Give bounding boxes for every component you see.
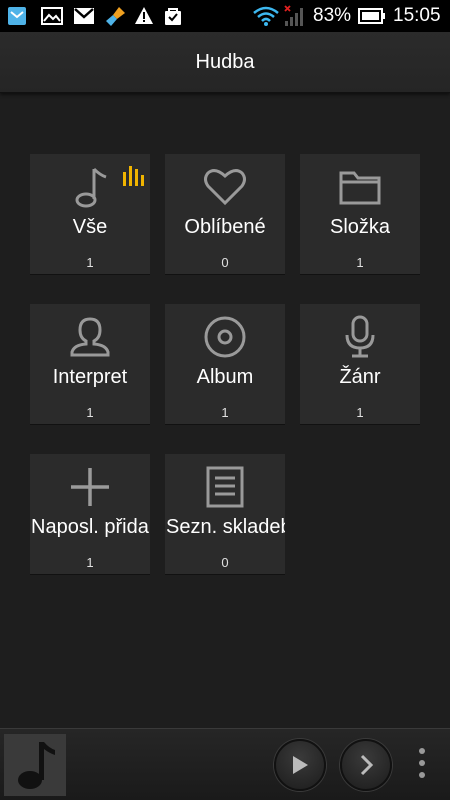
tile-count: 0 — [221, 255, 229, 270]
overflow-menu-icon — [419, 748, 425, 778]
mail-box-icon — [6, 5, 28, 27]
tile-label: Interpret — [52, 366, 128, 388]
now-playing-equalizer-icon — [122, 164, 144, 190]
tile-playlists[interactable]: Sezn. skladeb 0 — [165, 454, 285, 574]
tile-folder[interactable]: Složka 1 — [300, 154, 420, 274]
next-icon — [360, 754, 374, 776]
tile-genre[interactable]: Žánr 1 — [300, 304, 420, 424]
music-app-screen: 83% 15:05 Hudba Vše 1 Oblíbené 0 Složka … — [0, 0, 450, 800]
tile-label: Oblíbené — [184, 216, 266, 238]
tile-count: 1 — [86, 555, 94, 570]
cleaner-brush-icon — [104, 5, 128, 27]
music-note-icon — [18, 742, 55, 789]
folder-icon — [300, 164, 420, 210]
tile-artist[interactable]: Interpret 1 — [30, 304, 150, 424]
tile-count: 1 — [356, 255, 364, 270]
battery-percent: 83% — [313, 5, 352, 26]
disc-icon — [165, 314, 285, 360]
play-button[interactable] — [274, 739, 326, 791]
tile-count: 1 — [86, 255, 94, 270]
tile-count: 1 — [356, 405, 364, 420]
status-bar: 83% 15:05 — [0, 0, 450, 32]
microphone-icon — [300, 314, 420, 360]
image-icon — [40, 5, 64, 27]
action-bar: Hudba — [0, 32, 450, 93]
tile-all[interactable]: Vše 1 — [30, 154, 150, 274]
clock: 15:05 — [393, 5, 441, 26]
tile-album[interactable]: Album 1 — [165, 304, 285, 424]
tile-count: 1 — [221, 405, 229, 420]
tile-count: 0 — [221, 555, 229, 570]
album-art-thumbnail[interactable] — [4, 734, 66, 796]
page-title: Hudba — [195, 51, 255, 73]
person-icon — [30, 314, 150, 360]
gmail-icon — [72, 5, 96, 27]
play-icon — [293, 756, 308, 774]
overflow-menu-button[interactable] — [412, 743, 432, 783]
tile-favorites[interactable]: Oblíbené 0 — [165, 154, 285, 274]
tile-label: Sezn. skladeb — [166, 516, 285, 538]
tile-recently-added[interactable]: Naposl. přidané 1 — [30, 454, 150, 574]
battery-icon — [357, 5, 387, 27]
warning-icon — [134, 5, 154, 27]
next-button[interactable] — [340, 739, 392, 791]
heart-icon — [165, 164, 285, 210]
tile-label: Vše — [72, 216, 108, 238]
wifi-icon — [252, 5, 280, 27]
tile-label: Naposl. přidané — [31, 516, 150, 538]
tile-count: 1 — [86, 405, 94, 420]
plus-icon — [30, 464, 150, 510]
tile-label: Žánr — [339, 366, 381, 388]
tile-label: Album — [196, 366, 254, 388]
mini-player-bar — [0, 728, 450, 800]
playlist-icon — [165, 464, 285, 510]
signal-no-sim-icon — [282, 5, 306, 27]
tile-label: Složka — [329, 216, 391, 238]
shopping-bag-check-icon — [162, 5, 184, 27]
